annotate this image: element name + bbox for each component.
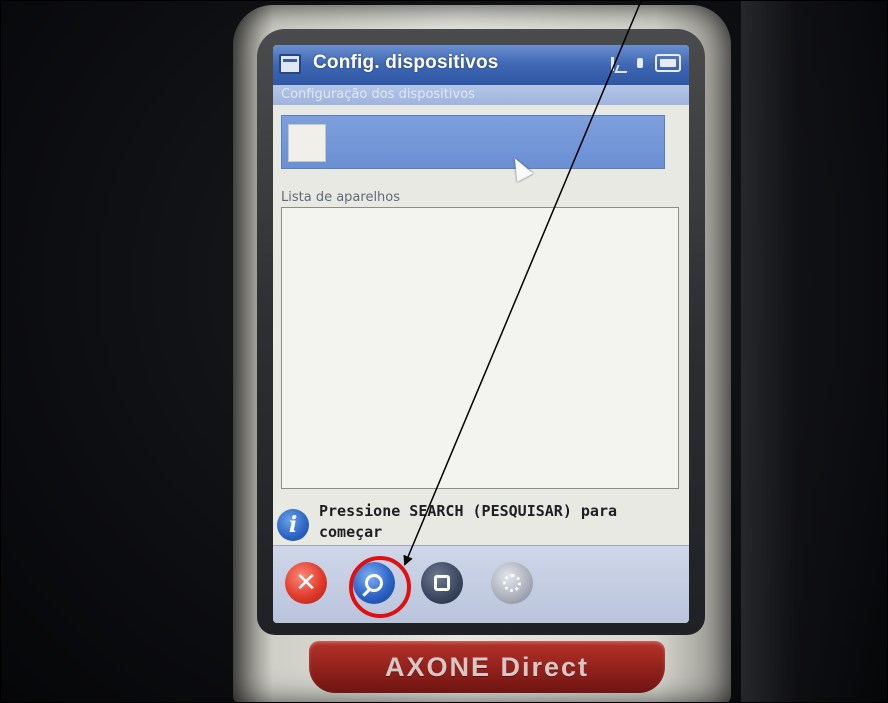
- search-icon: [365, 574, 383, 592]
- brand-plate: AXONE Direct: [309, 641, 665, 693]
- gear-icon: [503, 574, 521, 592]
- volume-icon[interactable]: [635, 53, 649, 73]
- bottom-toolbar: ✕: [273, 545, 689, 623]
- battery-icon[interactable]: [655, 54, 681, 72]
- window-title: Config. dispositivos: [313, 52, 499, 73]
- status-message-bar: i Pressione SEARCH (PESQUISAR) para come…: [273, 495, 689, 543]
- settings-button[interactable]: [491, 562, 533, 604]
- photo-frame: Config. dispositivos Configuração dos di…: [0, 0, 888, 703]
- title-bar: Config. dispositivos: [273, 45, 689, 85]
- close-button[interactable]: ✕: [285, 562, 327, 604]
- search-button[interactable]: [353, 562, 395, 604]
- devices-list-label: Lista de aparelhos: [281, 190, 401, 205]
- stop-icon: [434, 575, 450, 591]
- device-thumbnail: [288, 124, 326, 162]
- selected-device-row[interactable]: [281, 115, 665, 169]
- info-icon: i: [277, 509, 309, 541]
- stop-button[interactable]: [421, 562, 463, 604]
- device-screen: Config. dispositivos Configuração dos di…: [273, 45, 689, 623]
- signal-icon[interactable]: [609, 53, 629, 73]
- devices-list[interactable]: [281, 207, 679, 489]
- brand-logo-text: AXONE Direct: [384, 651, 590, 682]
- system-tray: [609, 53, 681, 73]
- close-icon: ✕: [295, 568, 317, 598]
- background-shadow: [741, 1, 881, 702]
- start-menu-icon[interactable]: [279, 54, 301, 74]
- status-message: Pressione SEARCH (PESQUISAR) para começa…: [319, 502, 618, 541]
- section-subheader: Configuração dos dispositivos: [273, 85, 689, 105]
